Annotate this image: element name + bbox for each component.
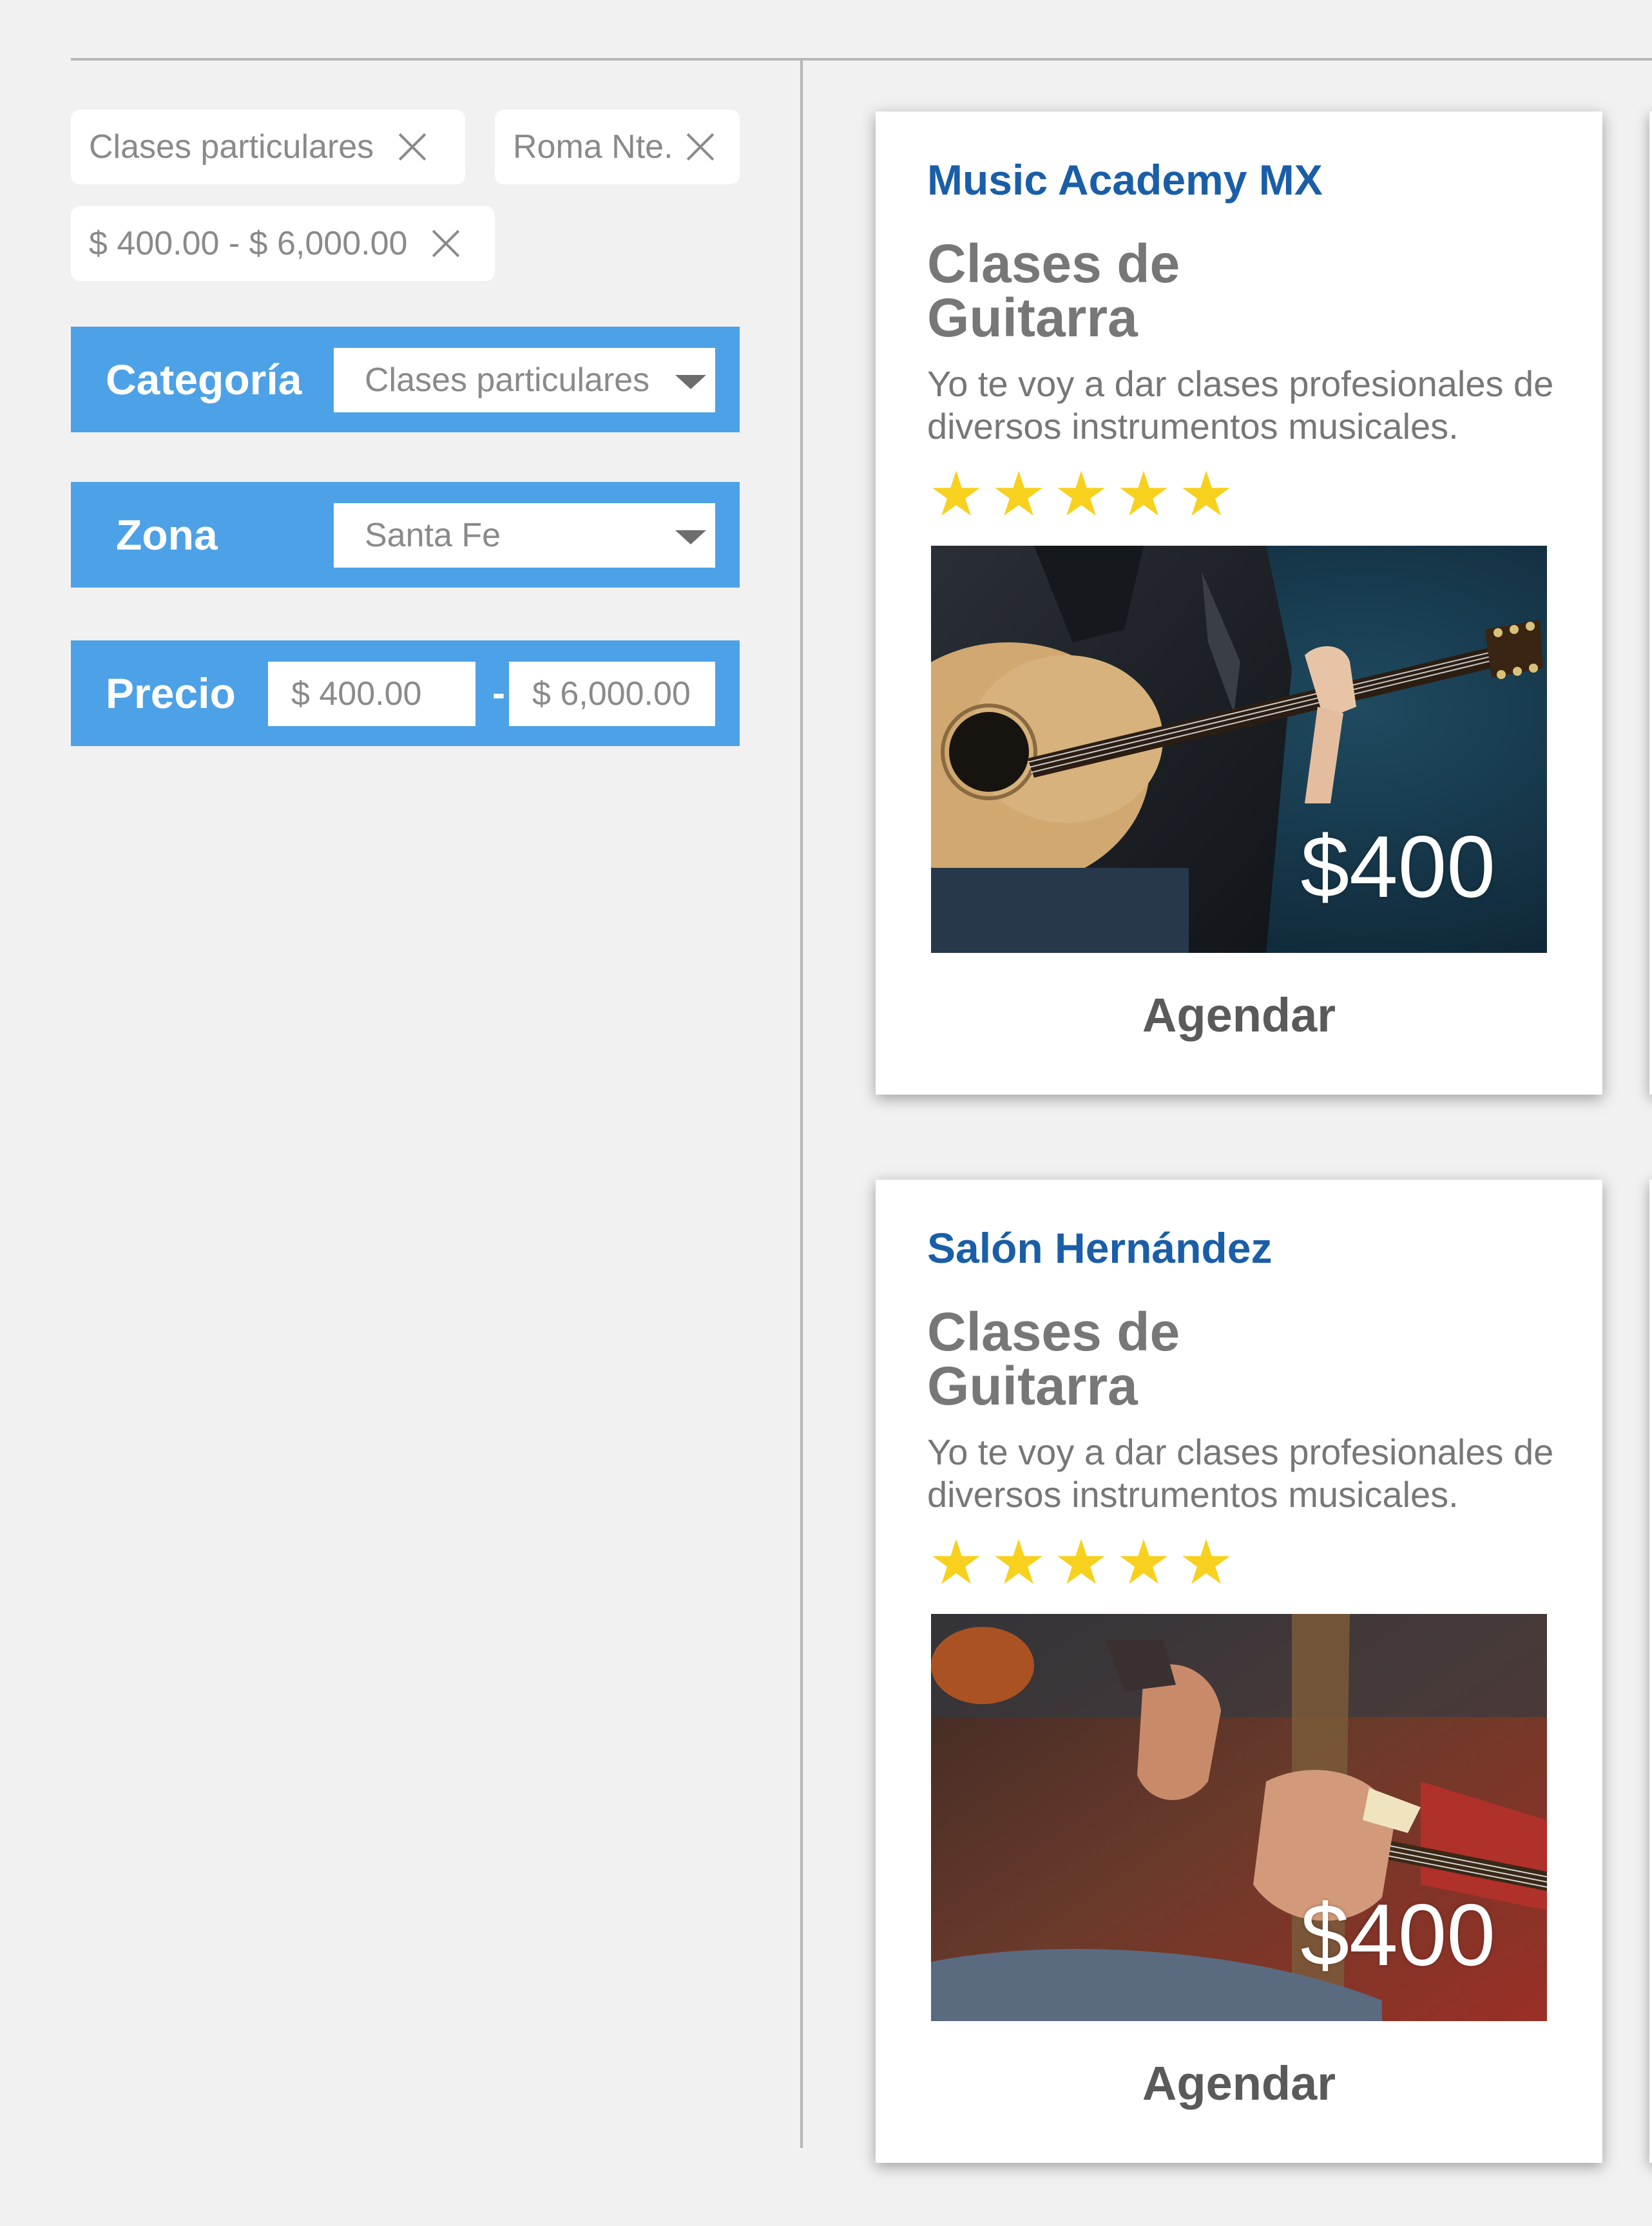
star-icon: ★ bbox=[928, 460, 984, 529]
filter-chip-label: Roma Nte. bbox=[513, 128, 673, 166]
category-label: Categoría bbox=[106, 356, 302, 403]
book-button[interactable]: Agendar bbox=[876, 988, 1602, 1042]
price-min-value: $ 400.00 bbox=[291, 675, 422, 713]
zone-filter: Zona Santa Fe bbox=[71, 482, 740, 588]
service-photo: $400 bbox=[931, 546, 1547, 953]
filter-chip-category: Clases particulares bbox=[71, 110, 465, 184]
service-card-partial[interactable] bbox=[1649, 1180, 1652, 2163]
star-icon: ★ bbox=[1116, 1528, 1172, 1597]
price-label: Precio bbox=[106, 669, 236, 717]
star-icon: ★ bbox=[1178, 1528, 1234, 1597]
provider-name[interactable]: Salón Hernández bbox=[927, 1223, 1272, 1272]
service-price: $400 bbox=[1300, 1886, 1495, 1984]
rating-stars: ★ ★ ★ ★ ★ bbox=[928, 1528, 1241, 1598]
category-select-value: Clases particulares bbox=[365, 361, 650, 399]
service-card[interactable]: Salón Hernández Clases de Guitarra Yo te… bbox=[876, 1180, 1602, 2163]
filter-chip-label: $ 400.00 - $ 6,000.00 bbox=[89, 225, 408, 262]
star-icon: ★ bbox=[1178, 460, 1234, 529]
star-icon: ★ bbox=[1053, 1528, 1109, 1597]
chevron-down-icon bbox=[675, 530, 706, 544]
close-icon[interactable] bbox=[430, 228, 461, 259]
filter-chip-label: Clases particulares bbox=[89, 128, 374, 166]
zone-select-value: Santa Fe bbox=[365, 517, 501, 554]
star-icon: ★ bbox=[1053, 460, 1109, 529]
service-card[interactable]: Music Academy MX Clases de Guitarra Yo t… bbox=[876, 111, 1602, 1095]
star-icon: ★ bbox=[991, 1528, 1047, 1597]
service-photo: $400 bbox=[931, 1614, 1547, 2021]
zone-select[interactable]: Santa Fe bbox=[334, 503, 715, 568]
price-filter: Precio $ 400.00 - $ 6,000.00 bbox=[71, 640, 740, 746]
star-icon: ★ bbox=[928, 1528, 984, 1597]
service-price: $400 bbox=[1300, 818, 1495, 916]
service-title: Clases de Guitarra bbox=[927, 1301, 1180, 1416]
rating-stars: ★ ★ ★ ★ ★ bbox=[928, 459, 1241, 530]
filter-chip-price: $ 400.00 - $ 6,000.00 bbox=[71, 206, 495, 281]
service-title: Clases de Guitarra bbox=[927, 233, 1180, 348]
book-button[interactable]: Agendar bbox=[876, 2056, 1602, 2111]
provider-name[interactable]: Music Academy MX bbox=[927, 155, 1323, 204]
category-filter: Categoría Clases particulares bbox=[71, 327, 740, 432]
service-card-partial[interactable] bbox=[1649, 111, 1652, 1095]
star-icon: ★ bbox=[1116, 460, 1172, 529]
price-max-value: $ 6,000.00 bbox=[532, 675, 691, 713]
service-description: Yo te voy a dar clases profesionales de … bbox=[927, 1432, 1554, 1515]
chevron-down-icon bbox=[675, 375, 706, 389]
close-icon[interactable] bbox=[397, 131, 428, 162]
filter-chip-zone: Roma Nte. bbox=[495, 110, 740, 184]
close-icon[interactable] bbox=[685, 131, 716, 162]
price-max-input[interactable]: $ 6,000.00 bbox=[509, 662, 715, 726]
column-divider bbox=[800, 61, 803, 2148]
price-min-input[interactable]: $ 400.00 bbox=[268, 662, 475, 726]
service-description: Yo te voy a dar clases profesionales de … bbox=[927, 363, 1554, 446]
category-select[interactable]: Clases particulares bbox=[334, 348, 715, 412]
star-icon: ★ bbox=[991, 460, 1047, 529]
top-divider bbox=[71, 58, 1652, 61]
zone-label: Zona bbox=[116, 511, 218, 559]
